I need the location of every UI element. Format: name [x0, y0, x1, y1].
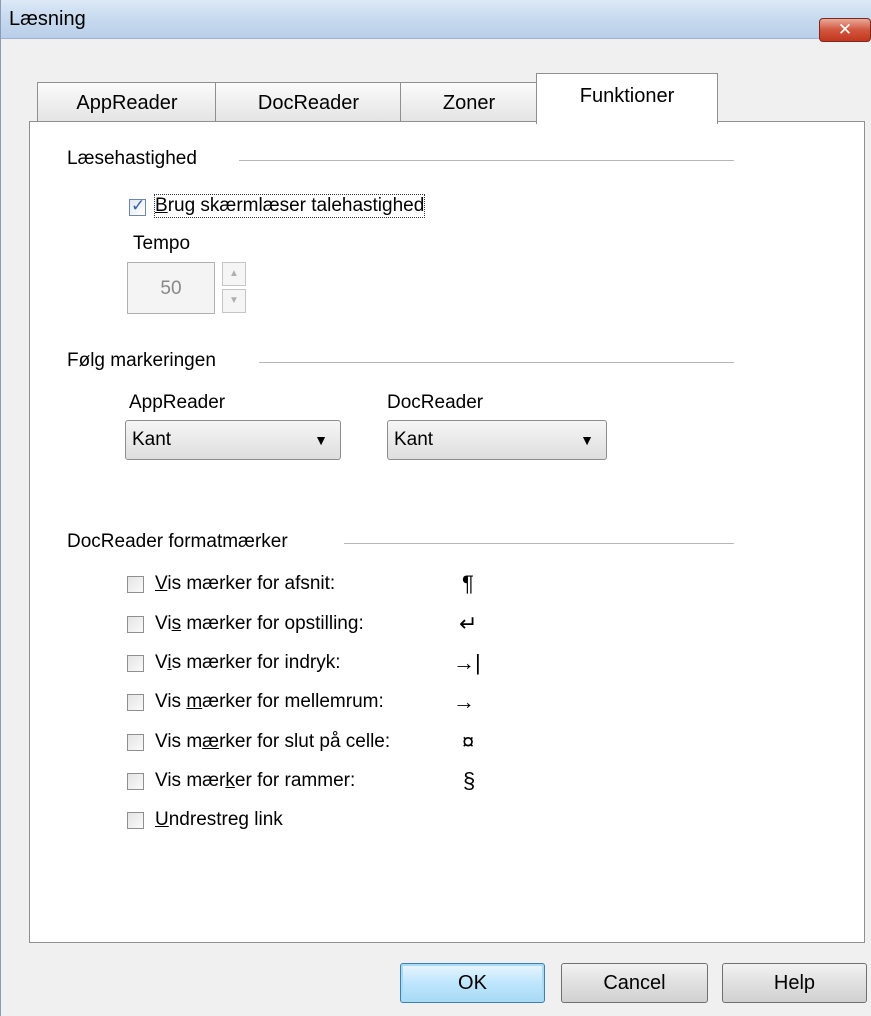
group-title-reading-speed: Læsehastighed — [67, 148, 197, 170]
dialog-window: Læsning ✕ AppReader DocReader Zoner Funk… — [0, 0, 871, 1016]
group-title-follow-selection: Følg markeringen — [67, 350, 216, 372]
show-cell-end-marks-checkbox[interactable] — [127, 734, 144, 751]
label-text: ndrestreg link — [168, 809, 283, 830]
currency-sign-icon: ¤ — [462, 729, 475, 754]
tempo-down-button[interactable]: ▼ — [222, 289, 246, 313]
label-text: Vi — [155, 613, 172, 634]
label-text: Vis m — [155, 731, 203, 752]
tab-appreader[interactable]: AppReader — [37, 82, 217, 123]
show-space-marks-checkbox[interactable] — [127, 694, 144, 711]
arrow-right-icon: → — [453, 689, 475, 714]
tab-label: DocReader — [257, 92, 360, 114]
tab-zoner[interactable]: Zoner — [400, 82, 538, 123]
chevron-down-icon: ▼ — [314, 432, 328, 448]
accelerator-key: s — [171, 613, 182, 634]
accelerator-key: V — [155, 573, 168, 594]
label-text: mærker for opstilling: — [181, 613, 364, 634]
label-text: rker for slut på celle: — [219, 731, 391, 752]
show-space-marks-label[interactable]: Vis mærker for mellemrum: — [155, 691, 384, 713]
chevron-down-icon: ▼ — [580, 432, 594, 448]
title-bar[interactable]: Læsning ✕ — [1, 0, 871, 42]
docreader-follow-label: DocReader — [387, 392, 484, 413]
show-list-marks-label[interactable]: Vis mærker for opstilling: — [155, 613, 364, 635]
underline-links-label[interactable]: Undrestreg link — [155, 809, 283, 831]
close-icon: ✕ — [837, 20, 853, 39]
underline-links-checkbox[interactable] — [127, 812, 144, 829]
appreader-follow-select[interactable]: Kant ▼ — [125, 420, 341, 460]
pilcrow-icon: ¶ — [462, 571, 474, 596]
tempo-up-button[interactable]: ▲ — [222, 262, 246, 286]
show-indent-marks-checkbox[interactable] — [127, 655, 144, 672]
group-title-format-marks: DocReader formatmærker — [67, 531, 288, 553]
show-indent-marks-label[interactable]: Vis mærker for indryk: — [155, 652, 341, 674]
cancel-button[interactable]: Cancel — [561, 963, 708, 1003]
select-value: Kant — [132, 429, 172, 450]
show-frame-marks-label[interactable]: Vis mærker for rammer: — [155, 770, 355, 792]
accelerator-key: æ — [202, 731, 220, 752]
docreader-follow-select[interactable]: Kant ▼ — [387, 420, 607, 460]
tab-label: AppReader — [76, 92, 178, 114]
tab-label: Zoner — [442, 92, 496, 114]
select-value: Kant — [394, 429, 434, 450]
arrow-down-icon: ▼ — [229, 295, 239, 306]
appreader-follow-label: AppReader — [129, 392, 226, 413]
label-text: rug skærmlæser talehastighed — [167, 195, 425, 216]
label-text: s mærker for indryk: — [171, 652, 341, 673]
tempo-input[interactable]: 50 — [127, 262, 215, 314]
label-text: is mærker for afsnit: — [167, 573, 336, 594]
help-button[interactable]: Help — [722, 963, 867, 1003]
accelerator-key: B — [155, 195, 168, 216]
use-screenreader-speed-checkbox[interactable] — [129, 196, 146, 216]
window-title: Læsning — [9, 8, 86, 30]
show-paragraph-marks-label[interactable]: Vis mærker for afsnit: — [155, 573, 335, 595]
tab-mark-icon: →| — [453, 650, 481, 675]
show-list-marks-checkbox[interactable] — [127, 616, 144, 633]
label-text: Vis — [155, 691, 187, 712]
group-divider — [259, 362, 734, 363]
tab-funktioner[interactable]: Funktioner — [536, 73, 718, 124]
show-cell-end-marks-label[interactable]: Vis mærker for slut på celle: — [155, 731, 390, 753]
tempo-label: Tempo — [133, 233, 191, 254]
tab-docreader[interactable]: DocReader — [215, 82, 402, 123]
section-sign-icon: § — [463, 768, 476, 793]
arrow-up-icon: ▲ — [229, 268, 239, 279]
show-frame-marks-checkbox[interactable] — [127, 773, 144, 790]
line-break-icon: ↵ — [459, 611, 478, 636]
label-text: Vis mær — [155, 770, 226, 791]
group-divider — [239, 160, 734, 161]
label-text: er for rammer: — [234, 770, 356, 791]
accelerator-key: U — [155, 809, 169, 830]
close-button[interactable]: ✕ — [819, 18, 871, 42]
label-text: ærker for mellemrum: — [202, 691, 384, 712]
use-screenreader-speed-label[interactable]: Brug skærmlæser talehastighed — [153, 194, 426, 218]
label-text: V — [155, 652, 168, 673]
accelerator-key: m — [186, 691, 203, 712]
group-divider — [344, 543, 734, 544]
accelerator-key: k — [225, 770, 235, 791]
show-paragraph-marks-checkbox[interactable] — [127, 576, 144, 593]
tab-label: Funktioner — [579, 85, 675, 107]
ok-button[interactable]: OK — [400, 963, 545, 1003]
